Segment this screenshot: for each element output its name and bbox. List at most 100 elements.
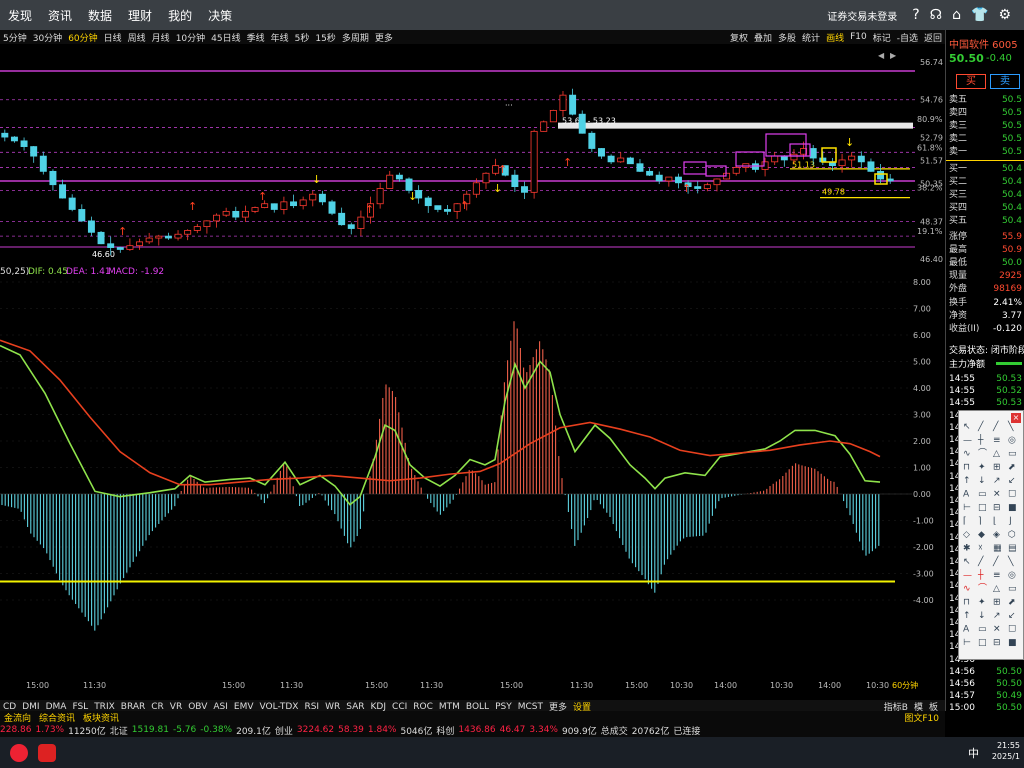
menu-discover[interactable]: 发现 (8, 7, 32, 24)
drawing-tools-panel[interactable]: × ↖ ╱ ╱ ╲ — ┼ ≡ ◎ ∿ ⌒ △ ▭ ⊓ ✦ ⊞ ⬈ ↑ ↓ ↗ ↙ A ▭ ✕ ☐ ⊢ □ ⊟ ■ ⌈ ⌉ ⌊ ⌋ ◇ ◆ ◈ ⬡ ✱ ☓… (958, 410, 1024, 660)
draw-tool-icon: ◇ (963, 530, 970, 540)
candle-body (232, 210, 240, 218)
indicator-tab[interactable]: RSI (304, 702, 319, 712)
indicator-tab[interactable]: KDJ (371, 702, 387, 712)
indicator-tab[interactable]: ASI (213, 702, 228, 712)
indicator-tab[interactable]: MTM (439, 702, 460, 712)
indicator-tab[interactable]: BRAR (121, 702, 145, 712)
draw-tool-icon: ⊓ (963, 598, 970, 608)
indicator-tab[interactable]: BOLL (466, 702, 489, 712)
indicator-tab[interactable]: VR (170, 702, 182, 712)
stat-row: 外盘 98169 (946, 283, 1024, 296)
low-level-label: 49.78 (822, 188, 845, 197)
tab-fund-flow[interactable]: 金流向 (4, 711, 31, 724)
period-item[interactable]: 季线 (247, 31, 265, 44)
draw-tool-icon: ╱ (977, 420, 984, 432)
indicator-tab[interactable]: ROC (413, 702, 433, 712)
toolbar-item[interactable]: 画线 (826, 31, 844, 44)
price-axis-label: 51.57 (920, 157, 943, 166)
shirt-icon[interactable]: 👕 (971, 7, 988, 23)
candle-body (213, 214, 221, 222)
system-clock[interactable]: 21:55 2025/1 (992, 740, 1020, 762)
stock-title[interactable]: 中国软件 6005 (949, 36, 1018, 51)
stat-row: 涨停 55.9 (946, 231, 1024, 244)
net-flow-label[interactable]: 主力净额 (949, 357, 985, 370)
draw-tool-icon: ⌈ (963, 517, 967, 527)
tick-row: 14:55 50.53 (946, 397, 1024, 410)
period-item[interactable]: 5秒 (295, 31, 310, 44)
period-item[interactable]: 多周期 (342, 31, 369, 44)
indicator-tab[interactable]: EMV (234, 702, 254, 712)
menu-decision[interactable]: 决策 (208, 7, 232, 24)
period-item[interactable]: 15秒 (315, 31, 335, 44)
menu-data[interactable]: 数据 (88, 7, 112, 24)
period-item[interactable]: 30分钟 (33, 31, 62, 44)
menu-finance[interactable]: 理财 (128, 7, 152, 24)
headset-icon[interactable]: ☊ (930, 7, 942, 23)
period-item[interactable]: 周线 (128, 31, 146, 44)
period-item[interactable]: 日线 (104, 31, 122, 44)
buy-button[interactable]: 买 (956, 74, 986, 89)
period-item[interactable]: 60分钟 (68, 31, 97, 44)
dif-line (0, 344, 881, 506)
home-icon[interactable]: ⌂ (952, 7, 961, 23)
toolbar-item[interactable]: 统计 (802, 31, 820, 44)
toolbar-item[interactable]: 多股 (778, 31, 796, 44)
toolbar-item[interactable]: 叠加 (754, 31, 772, 44)
app-icon-good[interactable] (38, 743, 56, 762)
sell-arrow: ↓ (845, 136, 854, 149)
candle-body (39, 155, 47, 172)
indicator-tab[interactable]: CCI (392, 702, 407, 712)
period-item[interactable]: 更多 (375, 31, 393, 44)
sell-arrow: ↓ (493, 182, 502, 195)
period-item[interactable]: 45日线 (211, 31, 240, 44)
period-item[interactable]: 年线 (271, 31, 289, 44)
toolbar-item[interactable]: F10 (850, 32, 867, 42)
ime-indicator[interactable]: 中 (968, 745, 979, 761)
candle-body (145, 237, 153, 243)
ask-row: 卖二 50.5 (946, 133, 1024, 146)
tab-sector-news[interactable]: 板块资讯 (83, 711, 119, 724)
macd-chart[interactable]: 50,25)DIF: 0.45DEA: 1.41MACD: -1.92 8.00 7… (0, 264, 945, 692)
toolbar-item[interactable]: -自选 (897, 31, 918, 44)
drawing-tool-grid[interactable]: ↖ ╱ ╱ ╲ — ┼ ≡ ◎ ∿ ⌒ △ ▭ ⊓ ✦ ⊞ ⬈ ↑ ↓ ↗ ↙ A ▭ ✕ ☐ ⊢ □ ⊟ ■ ⌈ ⌉ ⌊ ⌋ ◇ ◆ ◈ ⬡ ✱ ☓ ▦ ▤… (959, 411, 1024, 661)
buy-arrow: ↑ (118, 225, 127, 238)
menu-news[interactable]: 资讯 (48, 7, 72, 24)
toolbar-item[interactable]: 返回 (924, 31, 942, 44)
indicator-tab[interactable]: PSY (495, 702, 512, 712)
draw-tool-icon: ■ (1008, 638, 1017, 648)
trade-login-status[interactable]: 证券交易未登录 (827, 8, 897, 23)
bid-row: 买四 50.4 (946, 202, 1024, 215)
period-item[interactable]: 5分钟 (3, 31, 27, 44)
tick-row-value: 50.49 (996, 691, 1022, 702)
help-icon[interactable]: ? (912, 7, 919, 23)
period-item[interactable]: 10分钟 (176, 31, 205, 44)
f10-link[interactable]: 图文F10 (904, 711, 939, 724)
chart-area[interactable]: 53.62 - 53.23 51.13 49.78 46.60 ↑ ↑ ↑ ↑ ↑ ↑ ↑ ↑ ↓ ↓ ↓ ↓… (0, 44, 945, 692)
indicator-tab[interactable]: OBV (188, 702, 207, 712)
app-icon-red[interactable] (10, 743, 28, 762)
tab-general-news[interactable]: 综合资讯 (39, 711, 75, 724)
indicator-tab[interactable]: CR (151, 702, 164, 712)
buy-arrow: ↑ (460, 199, 469, 212)
settings-icon[interactable]: ⚙ (998, 7, 1011, 23)
indicator-tab[interactable]: VOL-TDX (260, 702, 299, 712)
indicator-tab[interactable]: SAR (346, 702, 364, 712)
trade-status: 交易状态: 闭市阶段 (949, 346, 1024, 356)
toolbar-item[interactable]: 复权 (730, 31, 748, 44)
tick-row-label: 14:56 (949, 679, 975, 689)
draw-tool-icon: ↗ (993, 476, 1001, 486)
menu-mine[interactable]: 我的 (168, 7, 192, 24)
draw-tool-icon: A (963, 625, 970, 635)
period-item[interactable]: 月线 (152, 31, 170, 44)
draw-tool-icon: ↓ (978, 611, 986, 621)
stat-row-label: 最高 (949, 245, 968, 255)
price-chart[interactable]: 53.62 - 53.23 51.13 49.78 46.60 ↑ ↑ ↑ ↑ ↑ ↑ ↑ ↑ ↓ ↓ ↓ ↓… (0, 44, 945, 264)
dif-label: DIF: 0.45 (28, 267, 68, 277)
toolbar-item[interactable]: 标记 (873, 31, 891, 44)
indicator-tab[interactable]: MCST (518, 702, 543, 712)
close-icon[interactable]: × (1011, 413, 1021, 423)
sell-button[interactable]: 卖 (990, 74, 1020, 89)
indicator-tab[interactable]: WR (325, 702, 340, 712)
bid-row: 买一 50.4 (946, 163, 1024, 176)
